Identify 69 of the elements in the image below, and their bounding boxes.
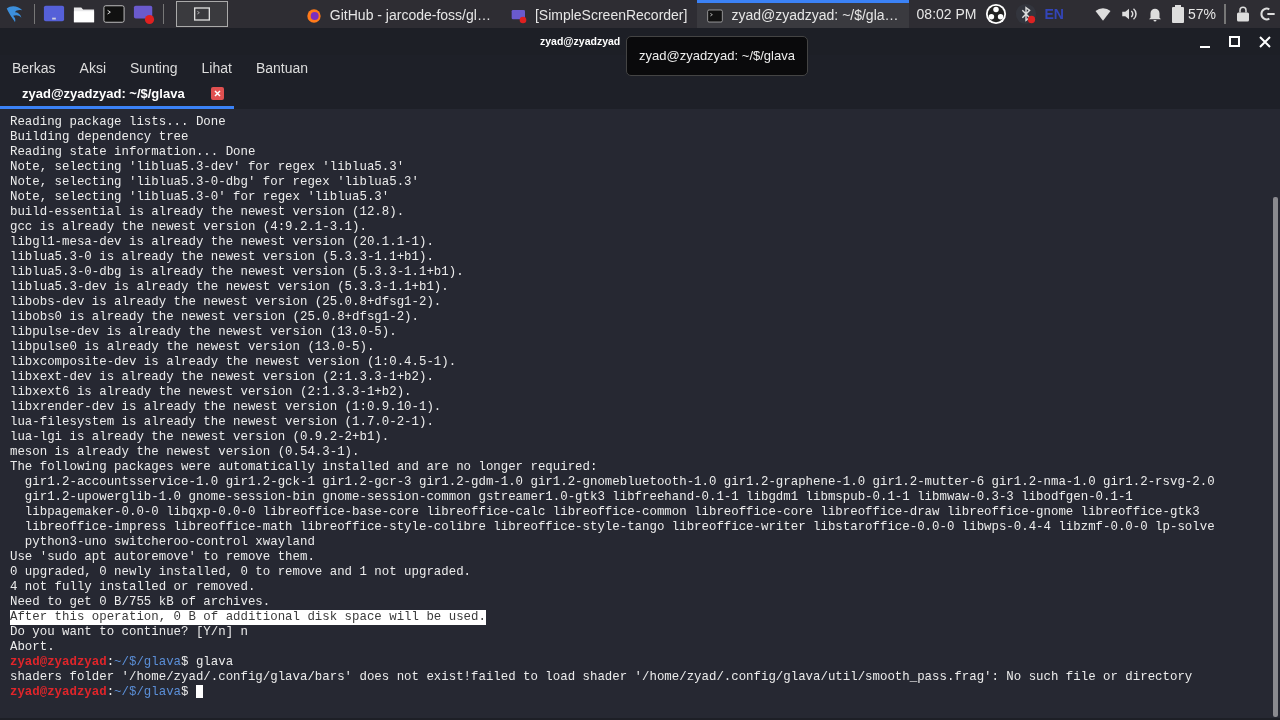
terminal-line: The following packages were automatically installed and are no longer required: [10,460,598,475]
clock[interactable]: 08:02 PM [916,3,977,25]
terminal-prompt: zyad@zyadzyad:~/$/glava$ glava [10,655,234,670]
terminal-line: libxcomposite-dev is already the newest version (1:0.4.5-1). [10,355,457,370]
window-tooltip: zyad@zyadzyad: ~/$/glava [626,36,808,76]
close-button[interactable] [1258,34,1272,49]
terminal-line: liblua5.3-0 is already the newest version (5.3.3-1.1+b1). [10,250,434,265]
terminal-line: libpulse0 is already the newest version (13.0-5). [10,340,375,355]
terminal-line: liblua5.3-0-dbg is already the newest version (5.3.3-1.1+b1). [10,265,464,280]
scrollbar[interactable] [1273,197,1278,717]
terminal-icon[interactable] [103,3,126,26]
terminal-icon [707,7,724,24]
taskbar-task[interactable]: [SimpleScreenRecorder] [500,0,698,28]
menu-item[interactable]: Bantuan [243,57,321,79]
maximize-icon [1228,34,1242,49]
menu-item[interactable]: Sunting [118,57,190,79]
terminal-line: liblua5.3-dev is already the newest version (5.3.3-1.1+b1). [10,280,449,295]
terminal-line: gir1.2-upowerglib-1.0 gnome-session-bin gnome-session-common gstreamer1.0-gtk3 libfreehand-0.1-1 libgdm1 libmspub-0.1-1 libmwaw-0.3-3 libodfgen-0.1-1 [23,490,1133,505]
wifi-icon[interactable] [1093,5,1112,23]
close-icon [1258,34,1272,49]
obs-icon[interactable] [984,3,1007,25]
terminal-line: Note, selecting 'liblua5.3-0' for regex 'liblua5.3' [10,190,390,205]
terminal-line: Building dependency tree [10,130,189,145]
taskbar-task[interactable]: zyad@zyadzyad: ~/$/gla… [697,0,909,28]
terminal-line: libpagemaker-0.0-0 libqxp-0.0-0 libreoffice-base-core libreoffice-calc libreoffice-common libreoffice-core libreoffice-draw libreoffice-gnome libreoffice-gtk3 [23,505,1200,520]
terminal-line: Use 'sudo apt autoremove' to remove them. [10,550,315,565]
terminal-line: libxext-dev is already the newest version (2:1.3.3-1+b2). [10,370,434,385]
taskbar-task[interactable]: GitHub - jarcode-foss/gl… [295,0,501,28]
maximize-button[interactable] [1228,34,1242,49]
terminal-line: gir1.2-accountsservice-1.0 gir1.2-gck-1 gir1.2-gcr-3 gir1.2-gdm-1.0 gir1.2-gnomebluetooth-1.0 gir1.2-graphene-1.0 gir1.2-mutter-6 gir1.2-nma-1.0 gir1.2-rsvg-2.0 [23,475,1215,490]
terminal-icon [194,7,211,21]
logout-icon[interactable] [1260,5,1276,23]
terminal-line: libreoffice-impress libreoffice-math libreoffice-style-colibre libreoffice-style-tango libreoffice-writer libstaroffice-0.0-0 libwps-0.4-4 libzmf-0.0-0 lp-solve [23,520,1215,535]
terminal-line: build-essential is already the newest version (12.8). [10,205,405,220]
terminal-line: gcc is already the newest version (4:9.2.1-3.1). [10,220,367,235]
terminal-line: libobs-dev is already the newest version (25.0.8+dfsg1-2). [10,295,442,310]
terminal-line: lua-lgi is already the newest version (0.9.2-2+b1). [10,430,390,445]
browser-icon [305,7,322,24]
terminal-line: Do you want to continue? [Y/n] n [10,625,248,640]
terminal-line: libobs0 is already the newest version (25.0.8+dfsg1-2). [10,310,419,325]
terminal-prompt: zyad@zyadzyad:~/$/glava$ [10,685,190,700]
terminal-line: Note, selecting 'liblua5.3-dev' for regex 'liblua5.3' [10,160,405,175]
lock-icon[interactable] [1234,5,1252,23]
terminal-line: Reading state information... Done [10,145,256,160]
terminal-line: libgl1-mesa-dev is already the newest version (20.1.1-1). [10,235,434,250]
terminal-line: Reading package lists... Done [10,115,226,130]
terminal-line: python3-uno switcheroo-control xwayland [23,535,315,550]
minimize-icon [1200,45,1210,48]
battery-indicator[interactable]: 57% [1171,3,1216,25]
terminal-line: shaders folder '/home/zyad/.config/glava/bars' does not exist!failed to load shader '/home/zyad/.config/glava/util/smooth_pass.frag': No such file or directory [10,670,1193,685]
terminal-line: 0 upgraded, 0 newly installed, 0 to remove and 1 not upgraded. [10,565,471,580]
terminal-line: Note, selecting 'liblua5.3-0-dbg' for regex 'liblua5.3' [10,175,419,190]
workspace-button[interactable] [176,1,228,27]
menu-item[interactable]: Lihat [189,57,244,79]
terminal-line: libpulse-dev is already the newest version (13.0-5). [10,325,397,340]
terminal-line: libxrender-dev is already the newest version (1:0.9.10-1). [10,400,442,415]
terminal-line: 4 not fully installed or removed. [10,580,256,595]
screen-recorder-icon [510,7,527,24]
screen-recorder-icon[interactable] [133,3,156,26]
terminal-line: lua-filesystem is already the newest version (1.7.0-2-1). [10,415,434,430]
terminal-line: meson is already the newest version (0.54.3-1). [10,445,360,460]
menu-item[interactable]: Aksi [67,57,119,79]
terminal-line: Abort. [10,640,55,655]
bluetooth-icon[interactable] [1014,3,1037,25]
terminal-line: Need to get 0 B/755 kB of archives. [10,595,271,610]
window-title: zyad@zyadzyad [540,33,621,49]
terminal-line: libxext6 is already the newest version (2:1.3.3-1+b2). [10,385,412,400]
menu-item[interactable]: Berkas [0,57,68,79]
tab-close-icon[interactable] [210,87,224,100]
